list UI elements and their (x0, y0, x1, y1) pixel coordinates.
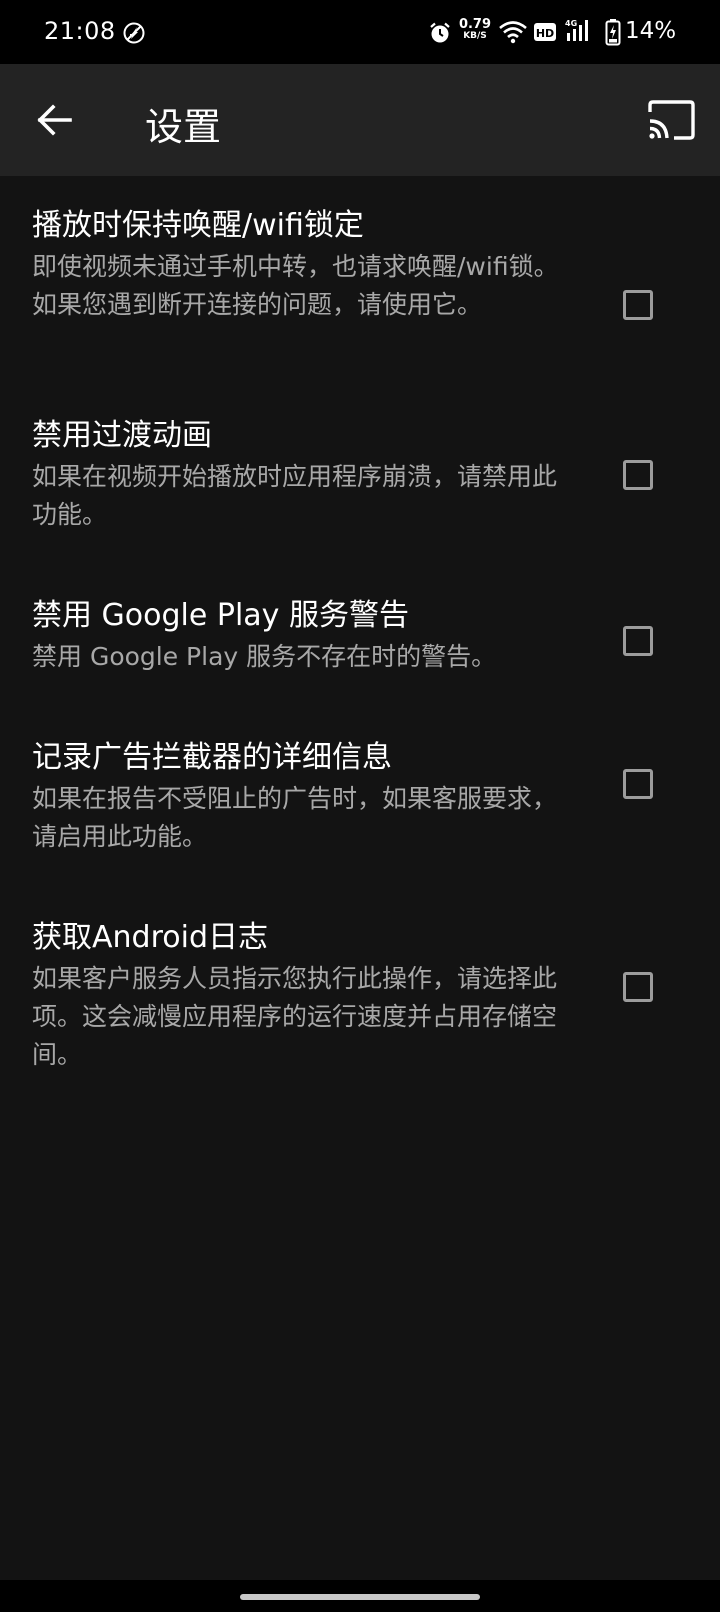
setting-description: 如果在报告不受阻止的广告时，如果客服要求，请启用此功能。 (32, 784, 558, 851)
navigation-bar (0, 1580, 720, 1612)
cast-button[interactable] (640, 90, 702, 152)
setting-title: 记录广告拦截器的详细信息 (32, 740, 392, 775)
alarm-icon (430, 22, 450, 43)
setting-description: 如果在视频开始播放时应用程序崩溃，请禁用此功能。 (32, 462, 558, 529)
notification-off-icon (123, 22, 145, 44)
network-speed-value: 0.79 (458, 17, 492, 32)
page-title: 设置 (145, 105, 222, 149)
settings-list: 播放时保持唤醒/wifi锁定 即使视频未通过手机中转，也请求唤醒/wifi锁。如… (0, 176, 720, 1580)
setting-description: 即使视频未通过手机中转，也请求唤醒/wifi锁。如果您遇到断开连接的问题，请使用… (32, 252, 559, 319)
wifi-icon (499, 21, 527, 44)
setting-android-logs[interactable]: 获取Android日志 如果客户服务人员指示您执行此操作，请选择此项。这会减慢应… (0, 918, 720, 1078)
setting-text: 获取Android日志 如果客户服务人员指示您执行此操作，请选择此项。这会减慢应… (32, 918, 562, 1074)
setting-title: 获取Android日志 (32, 920, 268, 955)
setting-title: 播放时保持唤醒/wifi锁定 (32, 208, 364, 243)
network-speed-unit: KB/S (463, 31, 487, 41)
setting-keep-awake[interactable]: 播放时保持唤醒/wifi锁定 即使视频未通过手机中转，也请求唤醒/wifi锁。如… (0, 206, 720, 366)
arrow-back-icon (37, 104, 72, 136)
battery-charging-icon (605, 19, 621, 46)
setting-title: 禁用过渡动画 (32, 418, 212, 453)
setting-disable-gps-warning[interactable]: 禁用 Google Play 服务警告 禁用 Google Play 服务不存在… (0, 596, 720, 680)
network-speed: 0.79 KB/S (458, 18, 492, 41)
disable-transitions-checkbox[interactable] (623, 460, 653, 490)
hd-voice-icon: HD (534, 23, 556, 41)
disable-gps-warning-checkbox[interactable] (623, 626, 653, 656)
log-adblocker-checkbox[interactable] (623, 769, 653, 799)
setting-text: 禁用过渡动画 如果在视频开始播放时应用程序崩溃，请禁用此功能。 (32, 416, 562, 534)
cast-icon (648, 100, 695, 140)
setting-text: 禁用 Google Play 服务警告 禁用 Google Play 服务不存在… (32, 596, 562, 676)
setting-title: 禁用 Google Play 服务警告 (32, 598, 409, 633)
cellular-signal-icon: 4G (565, 19, 588, 41)
home-gesture-handle[interactable] (240, 1594, 480, 1600)
keep-awake-checkbox[interactable] (623, 290, 653, 320)
setting-description: 如果客户服务人员指示您执行此操作，请选择此项。这会减慢应用程序的运行速度并占用存… (32, 964, 558, 1069)
battery-percent: 14% (625, 18, 677, 44)
hd-label: HD (536, 27, 554, 40)
status-time: 21:08 (44, 17, 116, 45)
network-type: 4G (565, 19, 577, 28)
setting-log-adblocker[interactable]: 记录广告拦截器的详细信息 如果在报告不受阻止的广告时，如果客服要求，请启用此功能… (0, 738, 720, 858)
android-logs-checkbox[interactable] (623, 972, 653, 1002)
app-bar: 设置 (0, 64, 720, 176)
setting-description: 禁用 Google Play 服务不存在时的警告。 (32, 642, 497, 671)
setting-disable-transitions[interactable]: 禁用过渡动画 如果在视频开始播放时应用程序崩溃，请禁用此功能。 (0, 416, 720, 536)
setting-text: 记录广告拦截器的详细信息 如果在报告不受阻止的广告时，如果客服要求，请启用此功能… (32, 738, 562, 856)
back-button[interactable] (24, 89, 86, 151)
setting-text: 播放时保持唤醒/wifi锁定 即使视频未通过手机中转，也请求唤醒/wifi锁。如… (32, 206, 562, 324)
status-bar: 21:08 0.79 KB/S HD 4G 14% (0, 0, 720, 64)
